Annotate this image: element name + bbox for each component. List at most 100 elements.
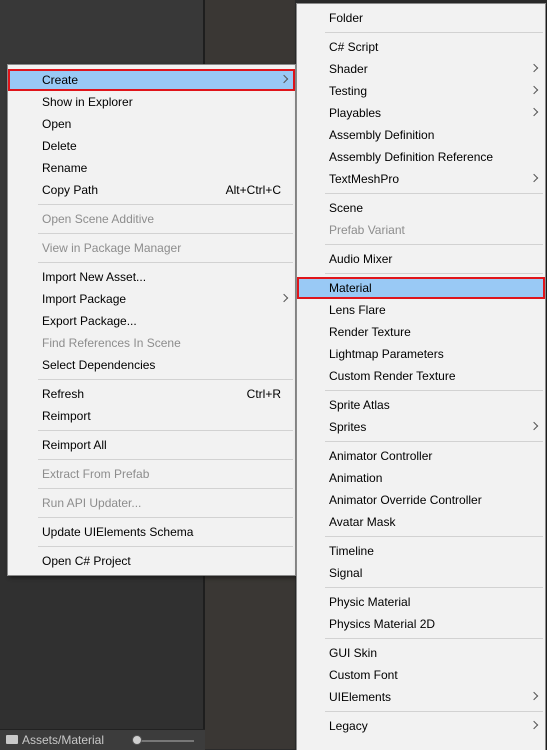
menu-separator bbox=[325, 441, 543, 442]
menu-item-label: Physics Material 2D bbox=[329, 617, 436, 631]
create-item-timeline[interactable]: Timeline bbox=[297, 540, 545, 562]
create-item-shader[interactable]: Shader bbox=[297, 58, 545, 80]
menu-item-label: Sprites bbox=[329, 420, 367, 434]
menu-item-select-dependencies[interactable]: Select Dependencies bbox=[8, 354, 295, 376]
create-item-lightmap-parameters[interactable]: Lightmap Parameters bbox=[297, 343, 545, 365]
menu-separator bbox=[38, 233, 293, 234]
menu-separator bbox=[38, 459, 293, 460]
menu-item-label: Custom Render Texture bbox=[329, 369, 456, 383]
menu-item-label: Reimport bbox=[42, 409, 91, 423]
menu-item-view-in-package-manager: View in Package Manager bbox=[8, 237, 295, 259]
menu-item-label: Animator Controller bbox=[329, 449, 433, 463]
create-item-scene[interactable]: Scene bbox=[297, 197, 545, 219]
zoom-slider-handle[interactable] bbox=[132, 735, 142, 745]
create-item-lens-flare[interactable]: Lens Flare bbox=[297, 299, 545, 321]
create-item-material[interactable]: Material bbox=[297, 277, 545, 299]
menu-item-copy-path[interactable]: Copy Path Alt+Ctrl+C bbox=[8, 179, 295, 201]
create-item-render-texture[interactable]: Render Texture bbox=[297, 321, 545, 343]
create-item-textmeshpro[interactable]: TextMeshPro bbox=[297, 168, 545, 190]
chevron-right-icon bbox=[279, 293, 289, 303]
menu-item-extract-from-prefab: Extract From Prefab bbox=[8, 463, 295, 485]
menu-item-label: Legacy bbox=[329, 719, 368, 733]
menu-shortcut: Alt+Ctrl+C bbox=[225, 183, 281, 197]
create-item-testing[interactable]: Testing bbox=[297, 80, 545, 102]
create-item-uielements[interactable]: UIElements bbox=[297, 686, 545, 708]
menu-item-label: Reimport All bbox=[42, 438, 107, 452]
menu-item-open[interactable]: Open bbox=[8, 113, 295, 135]
menu-separator bbox=[325, 638, 543, 639]
menu-item-label: Render Texture bbox=[329, 325, 411, 339]
menu-separator bbox=[38, 488, 293, 489]
menu-separator bbox=[38, 262, 293, 263]
menu-item-delete[interactable]: Delete bbox=[8, 135, 295, 157]
menu-item-label: Shader bbox=[329, 62, 368, 76]
menu-item-label: Timeline bbox=[329, 544, 374, 558]
create-item-physics-material-2d[interactable]: Physics Material 2D bbox=[297, 613, 545, 635]
menu-separator bbox=[38, 546, 293, 547]
menu-item-label: Run API Updater... bbox=[42, 496, 142, 510]
create-item-assembly-definition[interactable]: Assembly Definition bbox=[297, 124, 545, 146]
menu-separator bbox=[38, 379, 293, 380]
menu-item-open-c-project[interactable]: Open C# Project bbox=[8, 550, 295, 572]
menu-item-label: Rename bbox=[42, 161, 88, 175]
menu-item-label: Lens Flare bbox=[329, 303, 386, 317]
menu-item-find-references-in-scene: Find References In Scene bbox=[8, 332, 295, 354]
menu-item-label: Open C# Project bbox=[42, 554, 131, 568]
menu-item-label: Select Dependencies bbox=[42, 358, 156, 372]
create-item-animator-override-controller[interactable]: Animator Override Controller bbox=[297, 489, 545, 511]
menu-item-label: View in Package Manager bbox=[42, 241, 182, 255]
menu-separator bbox=[38, 204, 293, 205]
menu-item-refresh[interactable]: Refresh Ctrl+R bbox=[8, 383, 295, 405]
menu-item-rename[interactable]: Rename bbox=[8, 157, 295, 179]
menu-item-label: Extract From Prefab bbox=[42, 467, 150, 481]
menu-item-label: TextMeshPro bbox=[329, 172, 400, 186]
create-item-legacy[interactable]: Legacy bbox=[297, 715, 545, 737]
create-item-audio-mixer[interactable]: Audio Mixer bbox=[297, 248, 545, 270]
create-item-assembly-definition-reference[interactable]: Assembly Definition Reference bbox=[297, 146, 545, 168]
menu-item-update-uielements-schema[interactable]: Update UIElements Schema bbox=[8, 521, 295, 543]
menu-item-label: Audio Mixer bbox=[329, 252, 393, 266]
chevron-right-icon bbox=[529, 107, 539, 117]
menu-item-reimport[interactable]: Reimport bbox=[8, 405, 295, 427]
menu-item-label: Physic Material bbox=[329, 595, 411, 609]
menu-item-label: Sprite Atlas bbox=[329, 398, 390, 412]
project-status-bar: Assets/Material bbox=[0, 729, 205, 750]
create-item-animator-controller[interactable]: Animator Controller bbox=[297, 445, 545, 467]
create-item-gui-skin[interactable]: GUI Skin bbox=[297, 642, 545, 664]
create-item-physic-material[interactable]: Physic Material bbox=[297, 591, 545, 613]
menu-item-label: Avatar Mask bbox=[329, 515, 396, 529]
menu-item-import-new-asset[interactable]: Import New Asset... bbox=[8, 266, 295, 288]
create-item-sprites[interactable]: Sprites bbox=[297, 416, 545, 438]
menu-item-label: Signal bbox=[329, 566, 363, 580]
menu-item-label: Create bbox=[42, 73, 79, 87]
create-item-sprite-atlas[interactable]: Sprite Atlas bbox=[297, 394, 545, 416]
create-item-c-script[interactable]: C# Script bbox=[297, 36, 545, 58]
menu-item-create[interactable]: Create bbox=[8, 69, 295, 91]
menu-item-label: Copy Path bbox=[42, 183, 99, 197]
create-item-folder[interactable]: Folder bbox=[297, 7, 545, 29]
menu-item-label: Animator Override Controller bbox=[329, 493, 482, 507]
menu-item-label: C# Script bbox=[329, 40, 379, 54]
create-item-playables[interactable]: Playables bbox=[297, 102, 545, 124]
menu-item-label: Animation bbox=[329, 471, 383, 485]
create-item-avatar-mask[interactable]: Avatar Mask bbox=[297, 511, 545, 533]
menu-item-reimport-all[interactable]: Reimport All bbox=[8, 434, 295, 456]
chevron-right-icon bbox=[529, 173, 539, 183]
menu-item-import-package[interactable]: Import Package bbox=[8, 288, 295, 310]
create-item-custom-render-texture[interactable]: Custom Render Texture bbox=[297, 365, 545, 387]
zoom-slider-track[interactable] bbox=[134, 740, 194, 742]
create-item-custom-font[interactable]: Custom Font bbox=[297, 664, 545, 686]
menu-shortcut: Ctrl+R bbox=[246, 387, 281, 401]
menu-item-label: Assembly Definition bbox=[329, 128, 435, 142]
menu-item-label: Lightmap Parameters bbox=[329, 347, 444, 361]
menu-item-label: Material bbox=[329, 281, 372, 295]
create-item-signal[interactable]: Signal bbox=[297, 562, 545, 584]
create-item-animation[interactable]: Animation bbox=[297, 467, 545, 489]
menu-item-label: Folder bbox=[329, 11, 364, 25]
menu-item-run-api-updater: Run API Updater... bbox=[8, 492, 295, 514]
menu-item-label: Show in Explorer bbox=[42, 95, 133, 109]
menu-separator bbox=[325, 587, 543, 588]
menu-item-show-in-explorer[interactable]: Show in Explorer bbox=[8, 91, 295, 113]
menu-item-label: Testing bbox=[329, 84, 368, 98]
menu-item-export-package[interactable]: Export Package... bbox=[8, 310, 295, 332]
